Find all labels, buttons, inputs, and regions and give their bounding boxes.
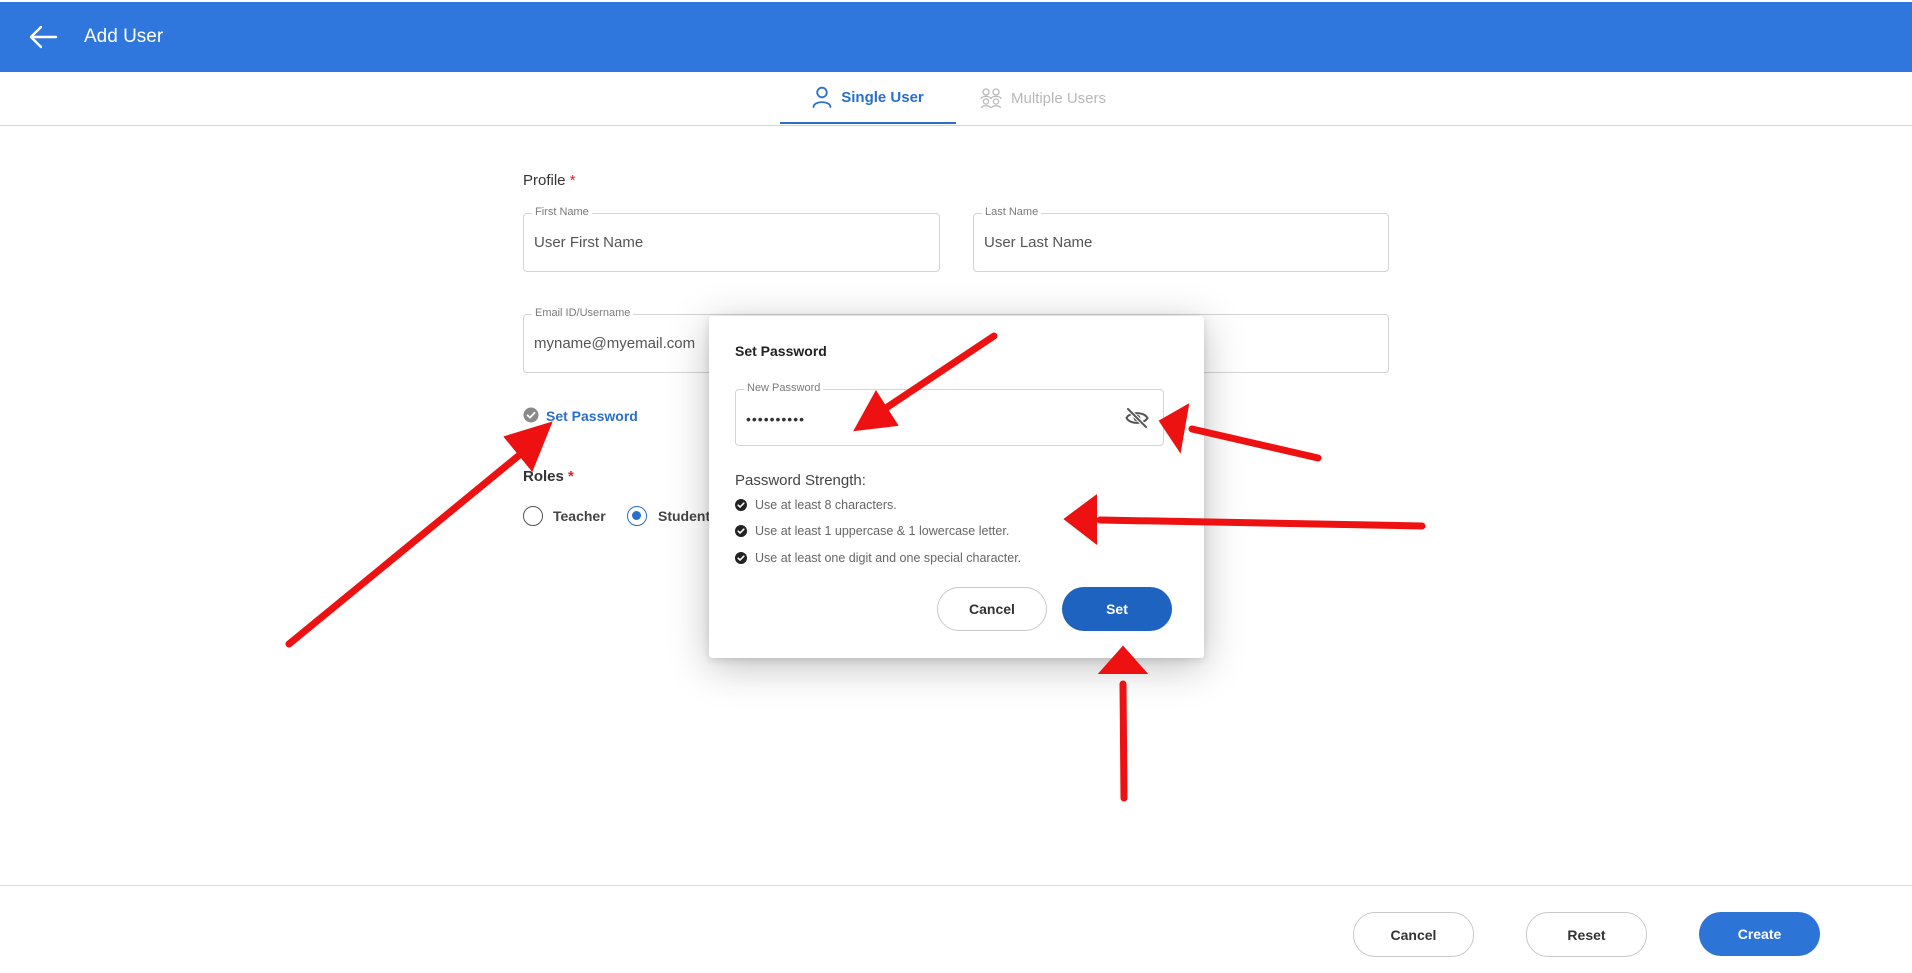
app-header: Add User [0,2,1912,72]
annotation-arrow [1119,680,1128,802]
check-circle-icon [735,499,747,511]
last-name-label: Last Name [982,206,1042,218]
strength-rule-text: Use at least 1 uppercase & 1 lowercase l… [755,524,1010,538]
roles-label-text: Roles [523,468,564,485]
role-student-radio[interactable] [627,506,647,526]
create-button[interactable]: Create [1699,912,1820,956]
profile-label-text: Profile [523,172,566,189]
strength-rule: Use at least one digit and one special c… [735,551,1021,565]
check-circle-icon [735,552,747,564]
strength-rule: Use at least 1 uppercase & 1 lowercase l… [735,524,1009,538]
tab-single-user-label: Single User [841,88,924,106]
tab-single-user[interactable]: Single User [780,72,956,124]
new-password-input[interactable] [746,411,1113,427]
roles-label: Roles * [523,468,574,485]
tab-multiple-users[interactable]: Multiple Users [980,72,1120,124]
profile-label: Profile * [523,172,576,189]
email-label: Email ID/Username [532,307,634,319]
last-name-field[interactable]: Last Name [973,206,1389,272]
form-footer: Cancel Reset Create [0,885,1912,973]
check-circle-icon [735,525,747,537]
strength-rule-text: Use at least one digit and one special c… [755,551,1022,565]
annotation-arrow [285,444,532,648]
cancel-button[interactable]: Cancel [1353,912,1474,957]
strength-rule-text: Use at least 8 characters. [755,498,897,512]
set-password-dialog: Set Password New Password Password Stren… [709,316,1204,658]
page-title: Add User [84,26,164,47]
dialog-title: Set Password [735,343,827,359]
tab-bar: Single User Multiple Users [0,72,1912,126]
annotation-arrow-head [503,421,553,472]
role-teacher-radio[interactable] [523,506,543,526]
last-name-input[interactable] [984,234,1378,251]
dialog-cancel-button[interactable]: Cancel [937,587,1047,631]
first-name-label: First Name [532,206,592,218]
required-mark: * [568,468,574,485]
strength-rule: Use at least 8 characters. [735,498,897,512]
dialog-set-button[interactable]: Set [1062,587,1172,631]
password-strength-title: Password Strength: [735,472,866,489]
user-icon [812,86,832,108]
users-icon [980,88,1002,109]
back-arrow-icon[interactable] [28,24,58,50]
required-mark: * [569,172,576,189]
reset-button[interactable]: Reset [1526,912,1647,957]
annotation-arrow [1188,425,1322,462]
first-name-field[interactable]: First Name [523,206,940,272]
new-password-field[interactable]: New Password [735,382,1164,446]
tab-multiple-users-label: Multiple Users [1011,89,1107,107]
new-password-label: New Password [744,382,824,394]
eye-slash-icon[interactable] [1125,407,1149,429]
check-circle-icon [523,407,539,423]
role-teacher-label: Teacher [553,508,606,524]
role-student-label: Student [658,508,711,524]
first-name-input[interactable] [534,234,929,251]
set-password-link[interactable]: Set Password [546,408,638,424]
